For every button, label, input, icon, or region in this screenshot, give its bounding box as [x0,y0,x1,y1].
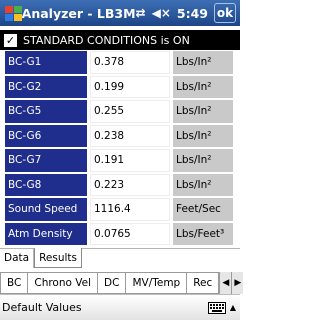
result-row: BC-G5 0.255 Lbs/In² [5,99,235,124]
result-row: BC-G1 0.378 Lbs/In² [5,50,235,75]
keyboard-icon[interactable] [206,299,228,317]
row-label: BC-G8 [5,173,87,196]
default-values-softkey[interactable]: Default Values [2,301,82,314]
row-value[interactable]: 0.0765 [90,222,170,245]
result-tabs: BC Chrono Vel DC MV/Temp Rec ◀ ▶ [0,272,244,294]
result-row: Atm Density 0.0765 Lbs/Feet³ [5,222,235,247]
view-tabs: Data Results [0,248,240,268]
standard-conditions-label: STANDARD CONDITIONS is ON [23,33,190,47]
row-label: BC-G2 [5,75,87,98]
tab-rec[interactable]: Rec [187,272,220,294]
row-label: BC-G1 [5,51,87,74]
row-value[interactable]: 0.199 [90,75,170,98]
result-row: BC-G8 0.223 Lbs/In² [5,173,235,198]
row-unit: Feet/Sec [173,198,233,221]
clock[interactable]: 5:49 [177,6,208,21]
result-row: BC-G6 0.238 Lbs/In² [5,124,235,149]
tab-dc[interactable]: DC [98,272,127,294]
result-row: BC-G2 0.199 Lbs/In² [5,75,235,100]
row-label: BC-G5 [5,100,87,123]
row-value[interactable]: 0.378 [90,51,170,74]
row-unit: Lbs/In² [173,51,233,74]
keyboard-menu-arrow-icon[interactable]: ▲ [228,303,238,312]
ok-button[interactable]: ok [214,3,236,23]
connectivity-icon[interactable]: ⇄ [136,6,146,20]
row-label: Sound Speed [5,198,87,221]
row-unit: Lbs/In² [173,75,233,98]
tab-results[interactable]: Results [34,248,82,268]
row-unit: Lbs/In² [173,173,233,196]
row-value[interactable]: 0.223 [90,173,170,196]
row-value[interactable]: 1116.4 [90,198,170,221]
tab-bc[interactable]: BC [0,272,29,294]
row-value[interactable]: 0.255 [90,100,170,123]
row-unit: Lbs/In² [173,124,233,147]
result-row: BC-G7 0.191 Lbs/In² [5,148,235,173]
scroll-right-icon[interactable]: ▶ [231,272,244,294]
tab-data[interactable]: Data [0,248,35,268]
menu-bar: Default Values ▲ [0,294,240,320]
standard-conditions-bar[interactable]: ✓ STANDARD CONDITIONS is ON [0,30,240,50]
row-label: BC-G6 [5,124,87,147]
row-value[interactable]: 0.238 [90,124,170,147]
row-value[interactable]: 0.191 [90,149,170,172]
row-unit: Lbs/In² [173,100,233,123]
tab-mv-temp[interactable]: MV/Temp [126,272,188,294]
title-bar: Analyzer - LB3M ⇄ ◀× 5:49 ok [0,0,240,26]
standard-conditions-checkbox[interactable]: ✓ [4,33,17,47]
row-label: Atm Density [5,222,87,245]
row-label: BC-G7 [5,149,87,172]
row-unit: Lbs/In² [173,149,233,172]
scroll-left-icon[interactable]: ◀ [219,272,232,294]
windows-flag-icon[interactable] [2,2,22,24]
tab-chrono-vel[interactable]: Chrono Vel [28,272,99,294]
result-row: Sound Speed 1116.4 Feet/Sec [5,197,235,222]
volume-icon[interactable]: ◀× [152,6,171,20]
app-title: Analyzer - LB3M [21,5,136,21]
results-grid: BC-G1 0.378 Lbs/In² BC-G2 0.199 Lbs/In² … [5,50,235,246]
row-unit: Lbs/Feet³ [173,222,233,245]
